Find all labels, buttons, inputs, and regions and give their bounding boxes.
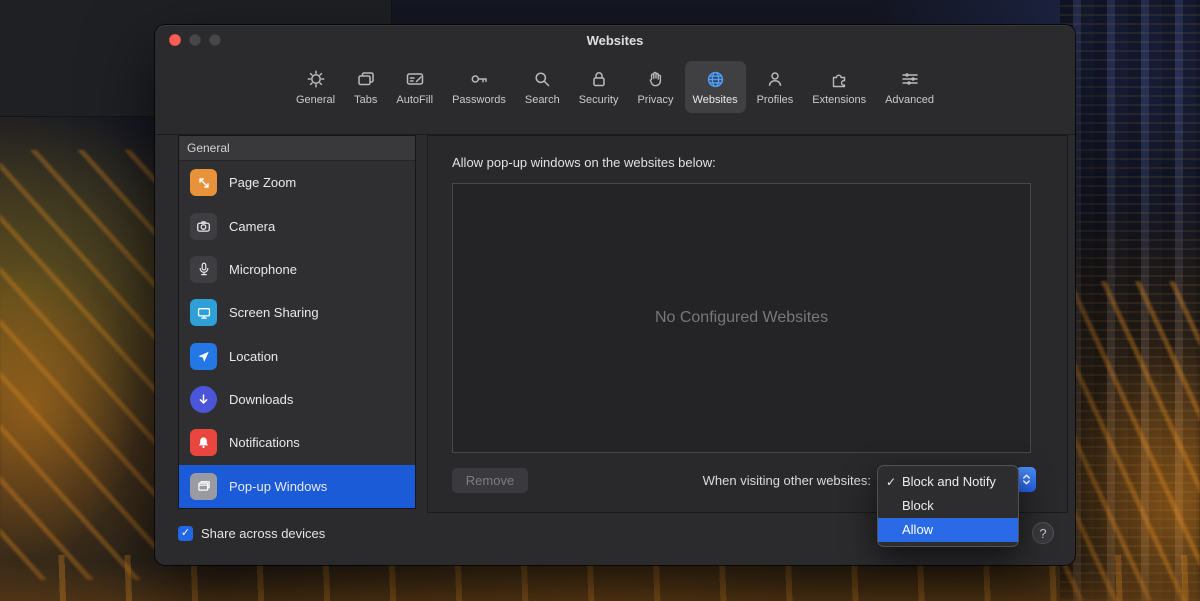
key-icon <box>469 67 489 91</box>
tab-advanced[interactable]: Advanced <box>877 61 942 113</box>
tab-security[interactable]: Security <box>571 61 627 113</box>
popup-select-button[interactable] <box>1016 467 1036 492</box>
wallpaper-roads-left <box>0 150 170 580</box>
tab-profiles[interactable]: Profiles <box>749 61 802 113</box>
sidebar-header: General <box>179 136 415 161</box>
tab-passwords[interactable]: Passwords <box>444 61 514 113</box>
sidebar-item-page-zoom[interactable]: Page Zoom <box>179 161 415 204</box>
tab-label: Extensions <box>812 94 866 106</box>
sidebar-item-popup-windows[interactable]: Pop-up Windows <box>179 465 415 508</box>
puzzle-icon <box>829 67 849 91</box>
share-across-devices-row[interactable]: ✓ Share across devices <box>178 526 325 541</box>
preferences-toolbar: General Tabs AutoFill <box>155 55 1075 135</box>
tab-label: Passwords <box>452 94 506 106</box>
downloads-icon <box>190 386 217 413</box>
popup-menu: ✓ Block and Notify Block Allow <box>877 465 1019 547</box>
person-icon <box>765 67 785 91</box>
websites-sidebar: General Page Zoom Camera <box>178 135 416 509</box>
tab-label: Search <box>525 94 560 106</box>
when-visiting-label: When visiting other websites: <box>703 473 871 488</box>
microphone-icon <box>190 256 217 283</box>
window-title: Websites <box>155 25 1075 57</box>
sliders-gear-icon <box>900 67 920 91</box>
tab-search[interactable]: Search <box>517 61 568 113</box>
gear-icon <box>306 67 326 91</box>
sidebar-list: Page Zoom Camera <box>179 161 415 508</box>
close-button[interactable] <box>169 34 181 46</box>
checkmark-icon: ✓ <box>886 470 896 494</box>
tab-general[interactable]: General <box>288 61 343 113</box>
screen-sharing-icon <box>190 299 217 326</box>
sidebar-item-downloads[interactable]: Downloads <box>179 378 415 421</box>
sidebar-item-location[interactable]: Location <box>179 335 415 378</box>
sidebar-item-screen-sharing[interactable]: Screen Sharing <box>179 291 415 334</box>
share-checkbox[interactable]: ✓ <box>178 526 193 541</box>
sidebar-item-camera[interactable]: Camera <box>179 204 415 247</box>
globe-icon <box>705 67 726 91</box>
popup-windows-panel: Allow pop-up windows on the websites bel… <box>427 135 1068 513</box>
configured-websites-list: No Configured Websites <box>452 183 1031 453</box>
tab-extensions[interactable]: Extensions <box>804 61 874 113</box>
tab-label: Security <box>579 94 619 106</box>
menu-item-allow[interactable]: Allow <box>878 518 1018 542</box>
zoom-button[interactable] <box>209 34 221 46</box>
tab-label: Websites <box>693 94 738 106</box>
tab-label: Tabs <box>354 94 377 106</box>
remove-button[interactable]: Remove <box>452 468 528 493</box>
tab-label: Privacy <box>637 94 673 106</box>
popup-windows-icon <box>190 473 217 500</box>
tab-label: Advanced <box>885 94 934 106</box>
notifications-bell-icon <box>190 429 217 456</box>
tab-websites[interactable]: Websites <box>685 61 746 113</box>
lock-icon <box>589 67 609 91</box>
tabs-icon <box>356 67 376 91</box>
page-zoom-icon <box>190 169 217 196</box>
menu-item-block-and-notify[interactable]: ✓ Block and Notify <box>878 470 1018 494</box>
minimize-button[interactable] <box>189 34 201 46</box>
tab-label: Profiles <box>757 94 794 106</box>
tab-privacy[interactable]: Privacy <box>629 61 681 113</box>
panel-heading: Allow pop-up windows on the websites bel… <box>452 155 716 170</box>
menu-item-block[interactable]: Block <box>878 494 1018 518</box>
tab-autofill[interactable]: AutoFill <box>388 61 441 113</box>
sidebar-item-microphone[interactable]: Microphone <box>179 248 415 291</box>
tab-label: AutoFill <box>396 94 433 106</box>
hand-icon <box>646 67 666 91</box>
help-button[interactable]: ? <box>1032 522 1054 544</box>
share-checkbox-label: Share across devices <box>201 526 325 541</box>
sidebar-item-notifications[interactable]: Notifications <box>179 421 415 464</box>
tab-tabs[interactable]: Tabs <box>346 61 385 113</box>
safari-preferences-window: Websites General Tabs <box>155 25 1075 565</box>
empty-state-text: No Configured Websites <box>655 309 828 327</box>
camera-icon <box>190 213 217 240</box>
magnifier-icon <box>532 67 552 91</box>
tab-label: General <box>296 94 335 106</box>
location-icon <box>190 343 217 370</box>
autofill-card-icon <box>405 67 425 91</box>
titlebar: Websites <box>155 25 1075 55</box>
